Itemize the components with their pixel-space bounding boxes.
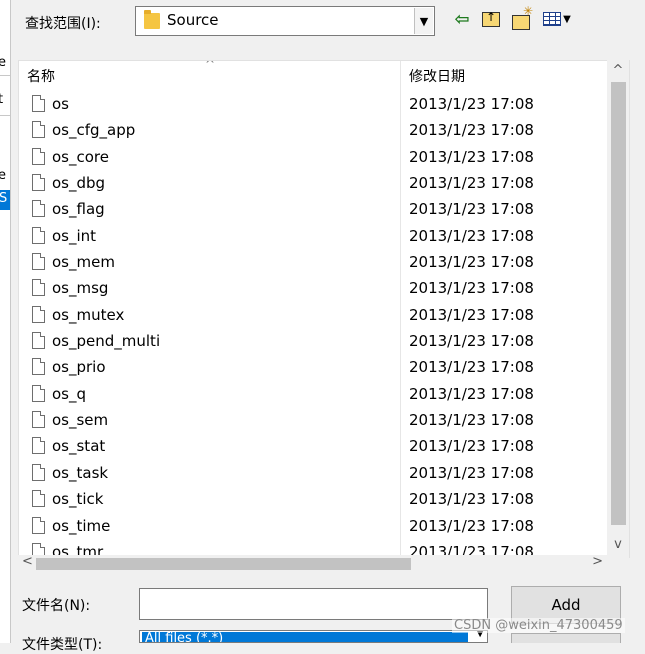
strip-char: t (0, 92, 3, 107)
vertical-scroll-thumb[interactable] (611, 82, 626, 525)
file-modified-date: 2013/1/23 17:08 (409, 411, 534, 430)
look-in-value: Source (167, 11, 219, 29)
file-list[interactable]: 名称 ^ 修改日期 os 2013/1/23 17:08 os_cfg_app 201… (18, 60, 630, 558)
file-type-value: All files (*.*) (142, 632, 468, 642)
file-name: os_task (52, 463, 109, 482)
strip-char: e (0, 55, 6, 70)
scroll-right-icon[interactable]: > (592, 554, 603, 569)
file-name: os_int (52, 226, 97, 245)
file-icon (32, 226, 45, 244)
look-in-dropdown[interactable]: Source ▼ (135, 6, 435, 36)
file-name: os_q (52, 384, 87, 403)
file-modified-date: 2013/1/23 17:08 (409, 516, 534, 535)
file-modified-date: 2013/1/23 17:08 (409, 332, 534, 351)
file-icon (32, 490, 45, 508)
file-name-input[interactable] (139, 588, 488, 620)
file-name: os_sem (52, 411, 109, 430)
file-modified-date: 2013/1/23 17:08 (409, 95, 534, 113)
file-modified-date: 2013/1/23 17:08 (409, 147, 534, 166)
scroll-up-icon[interactable]: ^ (607, 63, 629, 78)
file-modified-date: 2013/1/23 17:08 (409, 437, 534, 456)
file-icon (32, 174, 45, 192)
new-folder-icon[interactable]: ✳ (509, 4, 533, 30)
file-icon (32, 332, 45, 350)
view-menu-icon[interactable]: ▼ (539, 8, 575, 30)
file-icon (32, 463, 45, 481)
column-header-date[interactable]: 修改日期 (409, 66, 465, 86)
up-folder-icon[interactable] (480, 8, 502, 30)
file-name: os_msg (52, 279, 109, 298)
file-name: os_tick (52, 490, 104, 509)
file-modified-date: 2013/1/23 17:08 (409, 384, 534, 403)
file-name: os_cfg_app (52, 121, 136, 140)
file-name: os_pend_multi (52, 332, 161, 351)
file-modified-date: 2013/1/23 17:08 (409, 490, 534, 509)
file-icon (32, 200, 45, 218)
chevron-down-icon[interactable]: ▼ (414, 8, 433, 34)
file-icon (32, 437, 45, 455)
file-name: os_flag (52, 200, 105, 219)
column-divider[interactable] (400, 61, 401, 557)
file-modified-date: 2013/1/23 17:08 (409, 358, 534, 377)
file-name: os (52, 95, 69, 113)
sort-ascending-icon: ^ (205, 60, 216, 71)
file-modified-date: 2013/1/23 17:08 (409, 200, 534, 219)
file-icon (32, 279, 45, 297)
file-name: os_mutex (52, 305, 125, 324)
file-modified-date: 2013/1/23 17:08 (409, 226, 534, 245)
strip-char: e (0, 168, 6, 183)
file-icon (32, 358, 45, 376)
file-icon (32, 95, 45, 112)
scroll-left-icon[interactable]: < (22, 554, 33, 569)
strip-divider (0, 75, 10, 76)
file-icon (32, 147, 45, 165)
file-name: os_time (52, 516, 111, 535)
file-name: os_prio (52, 358, 106, 377)
horizontal-scroll-thumb[interactable] (36, 558, 411, 570)
watermark: CSDN @weixin_47300459 (452, 618, 625, 633)
file-name: os_dbg (52, 174, 106, 193)
back-arrow-icon[interactable]: ⇦ (452, 8, 472, 30)
file-icon (32, 384, 45, 402)
strip-divider (0, 115, 10, 116)
file-icon (32, 253, 45, 271)
file-modified-date: 2013/1/23 17:08 (409, 463, 534, 482)
file-name: os_core (52, 147, 109, 166)
scroll-down-icon[interactable]: v (607, 537, 629, 552)
folder-icon (144, 10, 160, 29)
background-window-strip: e t e S (0, 0, 11, 643)
file-modified-date: 2013/1/23 17:08 (409, 305, 534, 324)
file-icon (32, 121, 45, 139)
file-name-label: 文件名(N): (22, 598, 91, 614)
file-name: os_mem (52, 253, 115, 272)
file-name: os_stat (52, 437, 106, 456)
file-modified-date: 2013/1/23 17:08 (409, 121, 534, 140)
look-in-label: 查找范围(I): (25, 16, 101, 32)
file-modified-date: 2013/1/23 17:08 (409, 174, 534, 193)
file-icon (32, 305, 45, 323)
strip-char: S (0, 191, 7, 206)
file-type-dropdown[interactable]: All files (*.*) ▼ (139, 630, 488, 643)
secondary-button[interactable] (511, 633, 621, 643)
file-modified-date: 2013/1/23 17:08 (409, 279, 534, 298)
file-type-label: 文件类型(T): (22, 637, 103, 653)
file-modified-date: 2013/1/23 17:08 (409, 253, 534, 272)
column-header-name[interactable]: 名称 (27, 66, 55, 86)
file-icon (32, 411, 45, 429)
file-icon (32, 516, 45, 534)
vertical-scrollbar[interactable]: ^ v (607, 60, 629, 558)
horizontal-scrollbar[interactable]: < > (18, 554, 607, 573)
strip-selection: S (0, 190, 10, 210)
